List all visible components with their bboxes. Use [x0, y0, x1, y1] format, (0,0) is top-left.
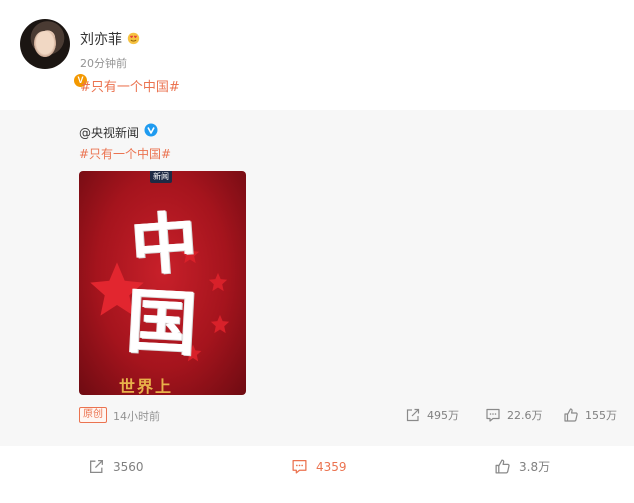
share-icon	[406, 408, 420, 422]
like-button[interactable]: 3.8万	[494, 458, 550, 475]
repost-comment-button[interactable]: 22.6万	[485, 407, 543, 423]
small-star-decoration	[208, 272, 228, 292]
repost-share-count: 495万	[427, 409, 459, 422]
poster-subtitle: 世界上	[119, 377, 174, 395]
share-count: 3560	[113, 459, 144, 474]
repost-like-count: 155万	[585, 409, 617, 422]
avatar-face	[34, 31, 56, 57]
poster-title-char: 国	[124, 279, 199, 366]
original-timestamp[interactable]: 14小时前	[113, 408, 160, 424]
original-author-link[interactable]: @央视新闻	[79, 124, 139, 141]
like-count: 3.8万	[519, 460, 551, 474]
comment-count: 4359	[316, 459, 347, 474]
small-star-decoration	[210, 314, 230, 334]
share-icon	[90, 460, 103, 473]
thumbs-up-icon	[495, 459, 510, 474]
repost-comment-count: 22.6万	[507, 409, 543, 422]
heart-eyes-emoji-icon	[127, 32, 140, 45]
comment-icon	[292, 460, 307, 474]
blue-v-verified-icon	[144, 123, 158, 137]
original-source-badge: 原创	[79, 407, 107, 423]
original-hashtag-link[interactable]: #只有一个中国#	[79, 145, 171, 162]
username[interactable]: 刘亦菲	[80, 29, 122, 49]
thumbs-up-icon	[564, 408, 578, 422]
user-avatar[interactable]: V	[20, 19, 89, 89]
repost-like-button[interactable]: 155万	[563, 407, 617, 423]
poster-image[interactable]: 新闻 中 国 世界上	[79, 171, 246, 395]
comment-button[interactable]: 4359	[291, 458, 347, 475]
repost-share-button[interactable]: 495万	[405, 407, 459, 423]
repost-container: @央视新闻 #只有一个中国# 新闻 中 国 世界上 原创 14小时前 495万 …	[0, 110, 634, 446]
comment-icon	[486, 408, 500, 422]
post-timestamp[interactable]: 20分钟前	[80, 55, 127, 71]
post-hashtag-link[interactable]: #只有一个中国#	[80, 76, 180, 95]
poster-news-tag: 新闻	[150, 171, 172, 183]
weibo-post-card: V 刘亦菲 20分钟前 #只有一个中国# @央视新闻 #只有一个中国# 新闻 中…	[0, 0, 634, 503]
share-button[interactable]: 3560	[88, 458, 144, 475]
